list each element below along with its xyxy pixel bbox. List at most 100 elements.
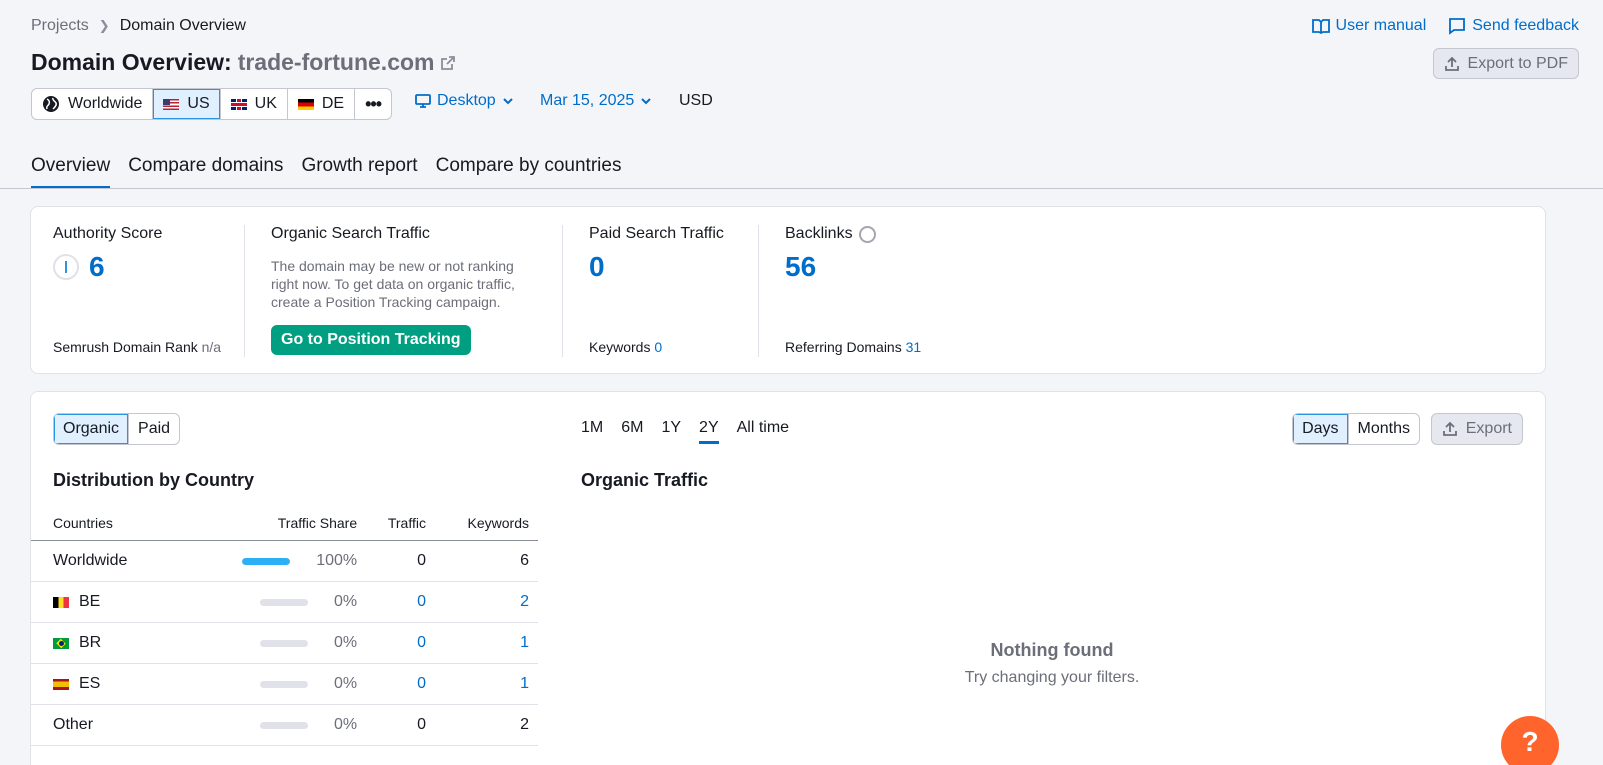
- share-value: 0%: [334, 634, 358, 651]
- db-us[interactable]: US: [153, 89, 221, 119]
- share-bar: [260, 721, 308, 729]
- title-prefix: Domain Overview:: [31, 49, 232, 75]
- user-manual-label: User manual: [1335, 17, 1427, 34]
- referring-domains-label: Referring Domains: [785, 339, 902, 355]
- desktop-icon: [415, 94, 431, 108]
- date-select[interactable]: Mar 15, 2025: [540, 92, 652, 110]
- backlinks-label: Backlinks: [785, 225, 853, 242]
- paid-keywords-label: Keywords: [589, 339, 651, 355]
- period-1y[interactable]: 1Y: [661, 419, 681, 444]
- toggle-months[interactable]: Months: [1349, 414, 1419, 444]
- tab-compare-by-countries[interactable]: Compare by countries: [436, 155, 622, 189]
- table-row: ES 0% 0 1: [31, 663, 538, 705]
- db-uk-label: UK: [254, 95, 277, 112]
- domain-rank-label: Semrush Domain Rank: [53, 339, 198, 355]
- organic-traffic-widget: Organic Search Traffic The domain may be…: [271, 225, 531, 355]
- chevron-right-icon: ❯: [98, 18, 110, 33]
- date-label: Mar 15, 2025: [540, 92, 635, 109]
- share-bar: [260, 598, 308, 606]
- help-label: ?: [1521, 726, 1539, 757]
- divider: [758, 225, 759, 357]
- upload-icon: [1442, 421, 1457, 436]
- db-de-label: DE: [321, 95, 345, 112]
- backlinks-value[interactable]: 56: [785, 251, 876, 283]
- external-link-icon[interactable]: [440, 55, 456, 71]
- authority-score-widget: Authority Score 6 Semrush Domain Rank n/…: [53, 225, 221, 355]
- paid-traffic-value[interactable]: 0: [589, 251, 724, 283]
- globe-icon: [43, 96, 59, 112]
- period-1m[interactable]: 1M: [581, 419, 603, 444]
- organic-traffic-label: Organic Search Traffic: [271, 225, 430, 242]
- empty-state: Nothing found Try changing your filters.: [581, 640, 1523, 687]
- backlinks-widget: Backlinks 56 Referring Domains 31: [785, 225, 921, 355]
- traffic-value: 0: [366, 704, 435, 746]
- summary-card: Authority Score 6 Semrush Domain Rank n/…: [30, 206, 1546, 374]
- country-name: BR: [79, 634, 102, 651]
- period-6m[interactable]: 6M: [621, 419, 643, 444]
- traffic-card: Organic Paid 1M 6M 1Y 2Y All time Days M…: [30, 391, 1546, 765]
- tab-growth-report[interactable]: Growth report: [301, 155, 417, 189]
- paid-traffic-widget: Paid Search Traffic 0 Keywords 0: [589, 225, 724, 355]
- col-traffic-share: Traffic Share: [185, 505, 367, 541]
- keywords-value[interactable]: 1: [434, 622, 538, 664]
- granularity-toggle: Days Months: [1292, 413, 1420, 445]
- domain-rank-value: n/a: [201, 339, 222, 355]
- flag-uk-icon: [230, 98, 247, 110]
- tab-overview[interactable]: Overview: [31, 155, 111, 189]
- traffic-value[interactable]: 0: [366, 581, 435, 623]
- globe-icon: [858, 225, 876, 243]
- export-label: Export: [1465, 420, 1512, 437]
- chat-icon: [1449, 18, 1466, 35]
- share-value: 100%: [316, 552, 358, 569]
- period-all-time[interactable]: All time: [737, 419, 789, 444]
- tab-compare-domains[interactable]: Compare domains: [128, 155, 283, 189]
- breadcrumb: Projects ❯ Domain Overview: [31, 17, 246, 35]
- db-worldwide[interactable]: Worldwide: [32, 89, 154, 119]
- referring-domains-value[interactable]: 31: [906, 339, 922, 355]
- keywords-value: 6: [434, 540, 538, 582]
- table-header: Countries Traffic Share Traffic Keywords: [31, 505, 538, 541]
- header-links: User manual Send feedback: [1311, 17, 1579, 35]
- db-more-button[interactable]: •••: [355, 89, 391, 119]
- export-button[interactable]: Export: [1430, 413, 1523, 445]
- share-bar-fill: [242, 557, 291, 565]
- export-pdf-button[interactable]: Export to PDF: [1432, 48, 1579, 79]
- keywords-value[interactable]: 2: [434, 581, 538, 623]
- distribution-table: Countries Traffic Share Traffic Keywords…: [31, 505, 538, 746]
- table-row: Other 0% 0 2: [31, 704, 538, 746]
- period-2y[interactable]: 2Y: [699, 419, 719, 444]
- divider: [244, 225, 245, 357]
- tab-divider: [0, 188, 1603, 189]
- period-selector: 1M 6M 1Y 2Y All time: [581, 419, 789, 444]
- traffic-value[interactable]: 0: [366, 622, 435, 664]
- chevron-down-icon: [502, 98, 513, 105]
- flag-us-icon: [163, 98, 180, 110]
- authority-score-value[interactable]: 6: [89, 251, 105, 283]
- flag-br-icon: [53, 637, 69, 649]
- paid-keywords-value[interactable]: 0: [654, 339, 662, 355]
- toggle-organic[interactable]: Organic: [54, 414, 130, 444]
- traffic-value[interactable]: 0: [366, 663, 435, 705]
- currency-label: USD: [679, 92, 713, 109]
- help-button[interactable]: ?: [1501, 716, 1559, 765]
- country-name: Worldwide: [53, 552, 128, 569]
- table-row: Worldwide 100% 0 6: [31, 540, 538, 582]
- breadcrumb-projects[interactable]: Projects: [31, 17, 89, 35]
- db-de[interactable]: DE: [288, 89, 356, 119]
- db-uk[interactable]: UK: [221, 89, 288, 119]
- toggle-paid[interactable]: Paid: [129, 414, 179, 444]
- user-manual-link[interactable]: User manual: [1311, 17, 1427, 35]
- position-tracking-button[interactable]: Go to Position Tracking: [271, 325, 471, 355]
- traffic-value: 0: [366, 540, 435, 582]
- send-feedback-link[interactable]: Send feedback: [1448, 17, 1579, 35]
- device-select[interactable]: Desktop: [415, 92, 514, 110]
- country-name: BE: [79, 593, 101, 610]
- toggle-days[interactable]: Days: [1293, 414, 1349, 444]
- keywords-value[interactable]: 1: [434, 663, 538, 705]
- title-domain: trade-fortune.com: [237, 49, 435, 75]
- upload-icon: [1444, 56, 1459, 71]
- send-feedback-label: Send feedback: [1472, 17, 1579, 34]
- keywords-value: 2: [434, 704, 538, 746]
- share-bar: [260, 680, 308, 688]
- flag-de-icon: [297, 98, 314, 110]
